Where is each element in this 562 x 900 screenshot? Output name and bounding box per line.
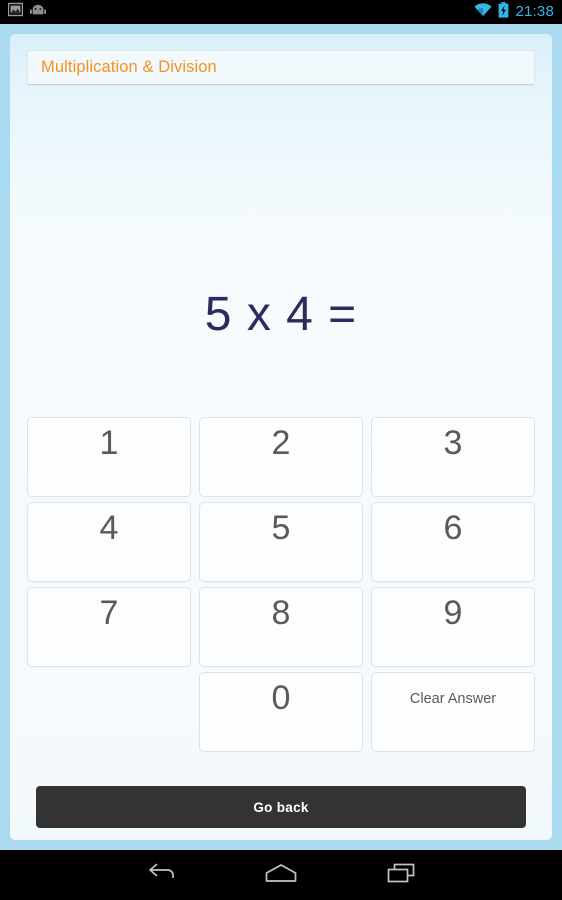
key-7[interactable]: 7 [27, 587, 191, 667]
key-clear-answer-label: Clear Answer [409, 691, 497, 707]
question-text: 5 x 4 = [204, 287, 358, 341]
device-screen: 21:38 Multiplication & Division 5 x 4 = … [0, 0, 562, 900]
key-9-label: 9 [443, 594, 463, 632]
key-2[interactable]: 2 [199, 417, 363, 497]
nav-recents-button[interactable] [341, 850, 461, 900]
key-6-label: 6 [443, 509, 463, 547]
key-6[interactable]: 6 [371, 502, 535, 582]
key-1[interactable]: 1 [27, 417, 191, 497]
page-title: Multiplication & Division [41, 58, 217, 76]
key-5-label: 5 [271, 509, 291, 547]
key-5[interactable]: 5 [199, 502, 363, 582]
wifi-icon [474, 2, 493, 22]
nav-home-button[interactable] [221, 850, 341, 900]
nav-recents-icon [386, 862, 416, 889]
key-clear-answer[interactable]: Clear Answer [371, 672, 535, 752]
key-7-label: 7 [99, 594, 119, 632]
key-0[interactable]: 0 [199, 672, 363, 752]
key-8-label: 8 [271, 594, 291, 632]
key-4[interactable]: 4 [27, 502, 191, 582]
nav-back-icon [146, 862, 176, 889]
key-2-label: 2 [271, 424, 291, 462]
question-area: 5 x 4 = [10, 244, 552, 384]
go-back-button[interactable]: Go back [36, 786, 526, 828]
key-4-label: 4 [99, 509, 119, 547]
app-content-panel: Multiplication & Division 5 x 4 = 1 2 3 … [10, 34, 552, 840]
android-robot-icon [30, 3, 46, 21]
key-9[interactable]: 9 [371, 587, 535, 667]
status-bar: 21:38 [0, 0, 562, 24]
keypad-empty-cell [27, 672, 191, 752]
key-3[interactable]: 3 [371, 417, 535, 497]
nav-back-button[interactable] [101, 850, 221, 900]
key-1-label: 1 [99, 424, 119, 462]
android-navigation-bar [0, 850, 562, 900]
nav-home-icon [264, 862, 298, 889]
battery-charging-icon [498, 1, 509, 23]
key-3-label: 3 [443, 424, 463, 462]
screenshot-image-icon [7, 2, 24, 22]
key-8[interactable]: 8 [199, 587, 363, 667]
page-title-field: Multiplication & Division [27, 50, 535, 85]
status-bar-clock: 21:38 [515, 3, 554, 20]
app-background: Multiplication & Division 5 x 4 = 1 2 3 … [0, 24, 562, 850]
key-0-label: 0 [271, 679, 291, 717]
status-bar-left-icons [7, 2, 46, 22]
number-keypad: 1 2 3 4 5 6 7 8 9 0 Clear Answer [27, 417, 535, 752]
status-bar-right-icons: 21:38 [474, 1, 554, 23]
